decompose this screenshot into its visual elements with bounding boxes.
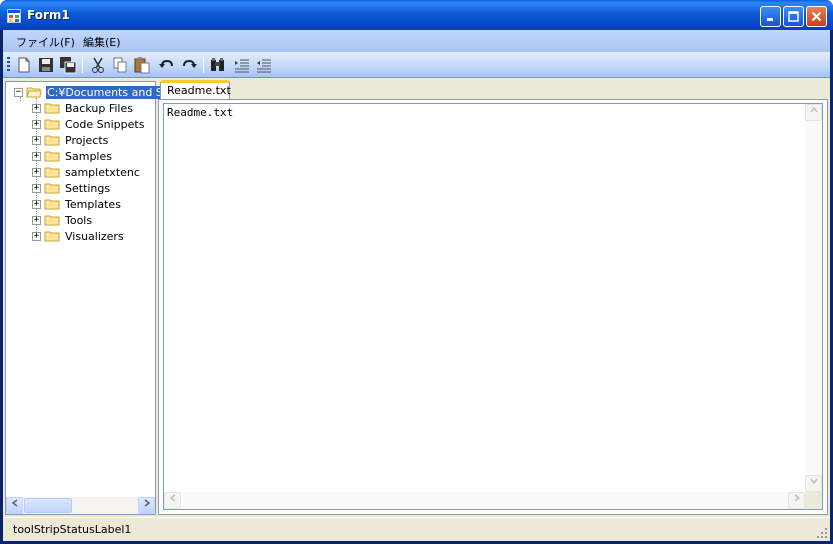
expand-toggle[interactable]: + [32, 119, 41, 129]
undo-icon[interactable] [158, 56, 176, 74]
expand-toggle[interactable]: + [32, 103, 41, 113]
minimize-button[interactable] [760, 6, 781, 27]
maximize-button[interactable] [783, 6, 804, 27]
cut-icon[interactable] [89, 56, 107, 74]
tree-label: sampletxtenc [65, 165, 140, 179]
folder-icon [44, 199, 60, 210]
folder-icon [44, 215, 60, 226]
tree-node[interactable]: + Settings [32, 180, 111, 196]
size-grip-icon[interactable] [816, 527, 828, 539]
scroll-right-button[interactable] [138, 497, 155, 514]
close-icon [811, 11, 822, 22]
tree-node[interactable]: + sampletxtenc [32, 164, 141, 180]
expand-toggle[interactable]: + [32, 167, 41, 177]
menu-bar: ファイル(F) 編集(E) [3, 30, 830, 52]
tree-node[interactable]: + Templates [32, 196, 122, 212]
tree-label: Tools [65, 213, 93, 227]
tab-readme[interactable]: Readme.txt [160, 80, 231, 99]
scrollbar-corner [805, 492, 822, 509]
tree-node-root[interactable]: − C:¥Documents and S [14, 84, 165, 100]
title-bar[interactable]: Form1 [0, 0, 833, 30]
menu-file[interactable]: ファイル(F) [16, 34, 75, 50]
expand-toggle[interactable]: + [32, 151, 41, 161]
arrow-up-icon [809, 106, 818, 113]
close-button[interactable] [806, 6, 827, 27]
tree-label: Templates [65, 197, 121, 211]
paste-icon[interactable] [133, 56, 151, 74]
tab-page: Readme.txt [158, 99, 828, 515]
tree-label: Visualizers [65, 229, 124, 243]
editor-content[interactable]: Readme.txt [167, 106, 233, 119]
folder-icon [44, 183, 60, 194]
maximize-icon [788, 11, 799, 22]
status-bar: toolStripStatusLabel1 [3, 517, 830, 541]
scroll-left-button[interactable] [6, 497, 23, 514]
status-label: toolStripStatusLabel1 [13, 523, 132, 536]
tree-label-root: C:¥Documents and S [45, 84, 165, 100]
tree-label: Projects [65, 133, 109, 147]
find-icon[interactable] [209, 56, 227, 74]
indent-icon[interactable] [233, 56, 251, 74]
editor-horizontal-scrollbar[interactable] [164, 492, 805, 509]
minimize-icon [767, 18, 773, 21]
folder-icon [44, 119, 60, 130]
toolbar [3, 52, 830, 78]
tree-label: Samples [65, 149, 112, 163]
toolbar-separator [82, 57, 83, 73]
expand-toggle[interactable]: + [32, 183, 41, 193]
collapse-toggle[interactable]: − [14, 87, 23, 97]
tree-horizontal-scrollbar[interactable] [6, 497, 155, 514]
scroll-up-button[interactable] [805, 104, 822, 121]
tree-label: Code Snippets [65, 117, 145, 131]
toolbar-grip[interactable] [7, 57, 10, 73]
arrow-left-icon [11, 499, 17, 507]
tree-node[interactable]: + Code Snippets [32, 116, 145, 132]
toolbar-separator [203, 57, 204, 73]
folder-tree[interactable]: − C:¥Documents and S + Backup Files + Co… [5, 81, 165, 515]
scroll-down-button[interactable] [805, 475, 822, 492]
folder-icon [44, 151, 60, 162]
editor-vertical-scrollbar[interactable] [805, 104, 822, 492]
scroll-thumb[interactable] [24, 498, 72, 513]
outdent-icon[interactable] [255, 56, 273, 74]
open-folder-icon [26, 87, 42, 98]
menu-edit[interactable]: 編集(E) [83, 34, 121, 50]
tree-node[interactable]: + Backup Files [32, 100, 134, 116]
scroll-right-button[interactable] [788, 492, 805, 509]
arrow-right-icon [794, 494, 800, 502]
tree-node[interactable]: + Projects [32, 132, 109, 148]
tree-node[interactable]: + Tools [32, 212, 93, 228]
folder-icon [44, 231, 60, 242]
tree-label: Settings [65, 181, 111, 195]
folder-icon [44, 167, 60, 178]
client-area: ファイル(F) 編集(E) − C:¥Documents and S + Bac… [3, 30, 830, 541]
copy-icon[interactable] [111, 56, 129, 74]
form-icon [7, 9, 21, 23]
window-title: Form1 [27, 8, 70, 22]
tree-label: Backup Files [65, 101, 133, 115]
tree-node[interactable]: + Samples [32, 148, 113, 164]
arrow-down-icon [809, 478, 818, 485]
new-file-icon[interactable] [15, 56, 33, 74]
scroll-left-button[interactable] [164, 492, 181, 509]
save-icon[interactable] [37, 56, 55, 74]
arrow-right-icon [144, 499, 150, 507]
expand-toggle[interactable]: + [32, 199, 41, 209]
expand-toggle[interactable]: + [32, 135, 41, 145]
tree-node[interactable]: + Visualizers [32, 228, 125, 244]
redo-icon[interactable] [180, 56, 198, 74]
folder-icon [44, 135, 60, 146]
text-editor[interactable]: Readme.txt [163, 103, 823, 510]
tab-control: Readme.txt Readme.txt [158, 79, 828, 515]
save-all-icon[interactable] [59, 56, 77, 74]
arrow-left-icon [169, 494, 175, 502]
expand-toggle[interactable]: + [32, 215, 41, 225]
folder-icon [44, 103, 60, 114]
expand-toggle[interactable]: + [32, 231, 41, 241]
app-window: Form1 ファイル(F) 編集(E) − C:¥Documents and S… [0, 0, 833, 544]
